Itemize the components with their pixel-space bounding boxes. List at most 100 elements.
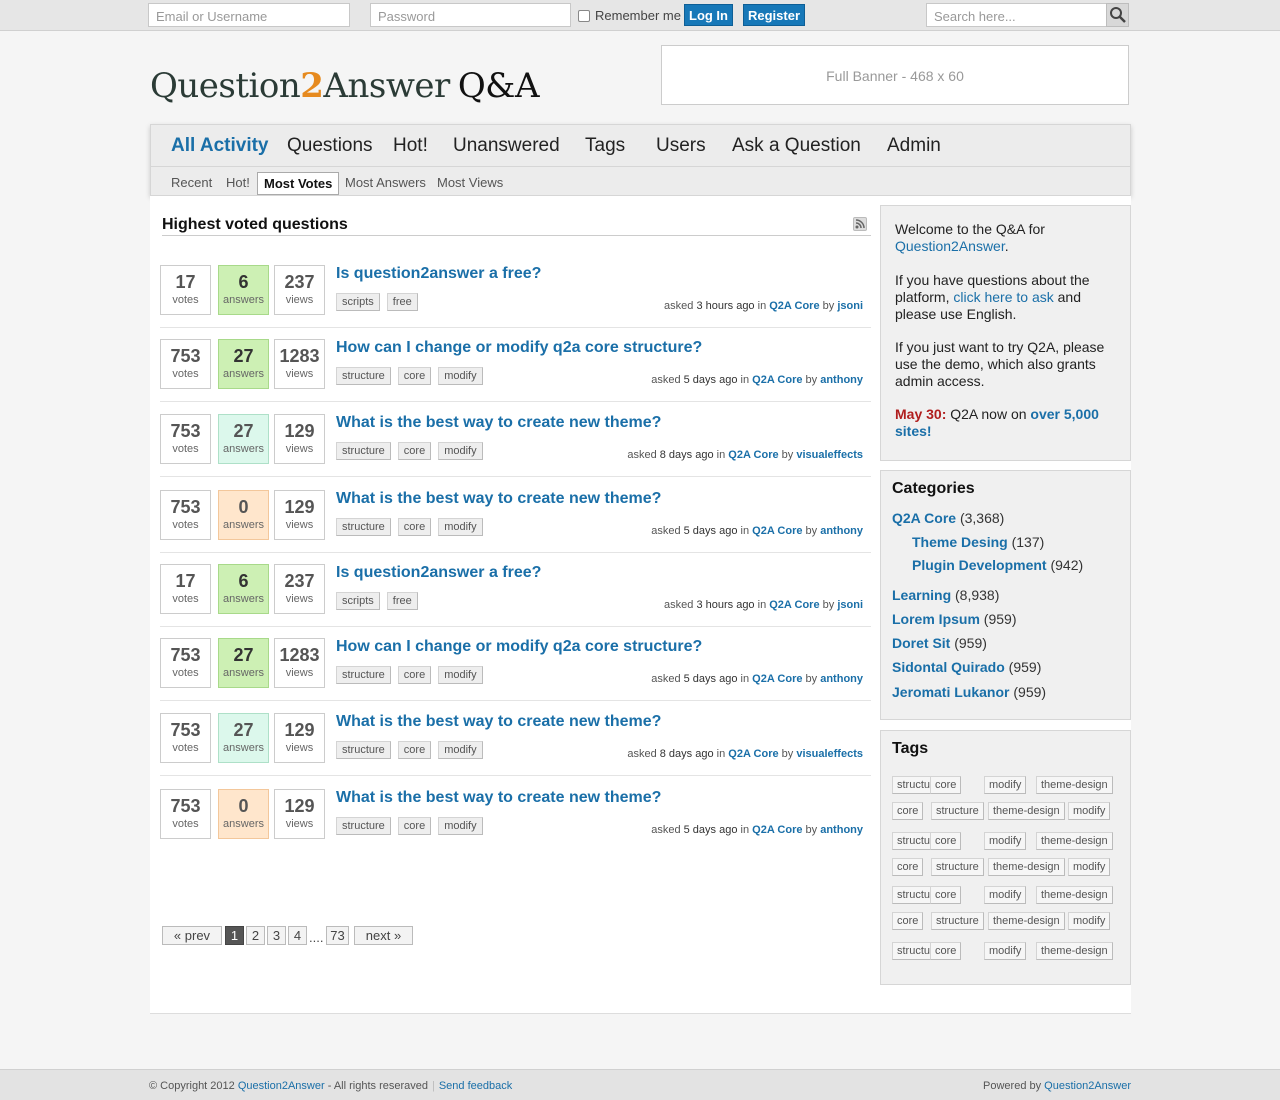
subnav-recent[interactable]: Recent <box>171 175 212 190</box>
page-4-button[interactable]: 4 <box>288 926 307 945</box>
question-tag[interactable]: modify <box>438 442 483 460</box>
meta-category-link[interactable]: Q2A Core <box>769 300 819 312</box>
question-tag[interactable]: scripts <box>336 592 380 610</box>
question-title-link[interactable]: How can I change or modify q2a core stru… <box>336 638 702 656</box>
category-name[interactable]: Lorem Ipsum <box>892 611 980 627</box>
subnav-most-views[interactable]: Most Views <box>437 175 503 190</box>
question-tag[interactable]: structure <box>336 442 391 460</box>
category-item[interactable]: Lorem Ipsum (959) <box>892 611 1016 627</box>
meta-time[interactable]: 5 days ago <box>684 374 738 386</box>
meta-category-link[interactable]: Q2A Core <box>752 673 802 685</box>
sidebar-tag[interactable]: core <box>892 912 924 930</box>
next-page-button[interactable]: next » <box>354 926 413 945</box>
question-tag[interactable]: modify <box>438 518 483 536</box>
nav-unanswered[interactable]: Unanswered <box>453 135 560 157</box>
question-title-link[interactable]: What is the best way to create new theme… <box>336 414 661 432</box>
question-title-link[interactable]: What is the best way to create new theme… <box>336 713 661 731</box>
search-button[interactable] <box>1106 3 1129 27</box>
question-tag[interactable]: free <box>386 293 418 311</box>
meta-category-link[interactable]: Q2A Core <box>752 374 802 386</box>
sidebar-tag[interactable]: structure <box>931 802 984 820</box>
sidebar-tag[interactable]: core <box>892 858 924 876</box>
question-tag[interactable]: core <box>397 518 432 536</box>
question-tag[interactable]: modify <box>438 741 483 759</box>
send-feedback-link[interactable]: Send feedback <box>439 1080 512 1092</box>
category-item[interactable]: Theme Desing (137) <box>912 534 1044 550</box>
question-tag[interactable]: modify <box>438 817 483 835</box>
click-here-to-ask-link[interactable]: click here to ask <box>953 289 1053 305</box>
rss-feed-link[interactable] <box>853 217 867 231</box>
sidebar-tag[interactable]: core <box>930 776 962 794</box>
nav-users[interactable]: Users <box>656 135 706 157</box>
sidebar-tag[interactable]: modify <box>984 886 1027 904</box>
category-item[interactable]: Jeromati Lukanor (959) <box>892 684 1046 700</box>
nav-all-activity[interactable]: All Activity <box>171 135 269 157</box>
sidebar-tag[interactable]: theme-design <box>988 858 1065 876</box>
question-tag[interactable]: core <box>397 442 432 460</box>
question-tag[interactable]: core <box>397 817 432 835</box>
category-name[interactable]: Q2A Core <box>892 510 956 526</box>
sidebar-tag[interactable]: modify <box>984 776 1027 794</box>
page-3-button[interactable]: 3 <box>267 926 286 945</box>
question-title-link[interactable]: Is question2answer a free? <box>336 265 541 283</box>
meta-time[interactable]: 8 days ago <box>660 449 714 461</box>
remember-me[interactable]: Remember me <box>578 8 681 23</box>
meta-user-link[interactable]: anthony <box>820 525 863 537</box>
sidebar-tag[interactable]: theme-design <box>1036 776 1113 794</box>
search-input[interactable]: Search here... <box>926 3 1107 27</box>
question-tag[interactable]: structure <box>336 367 391 385</box>
subnav-most-answers[interactable]: Most Answers <box>345 175 426 190</box>
sidebar-tag[interactable]: structure <box>931 858 984 876</box>
email-field[interactable]: Email or Username <box>148 3 350 27</box>
category-name[interactable]: Jeromati Lukanor <box>892 684 1009 700</box>
category-item[interactable]: Q2A Core (3,368) <box>892 510 1004 526</box>
subnav-hot[interactable]: Hot! <box>226 175 250 190</box>
meta-user-link[interactable]: anthony <box>820 824 863 836</box>
meta-user-link[interactable]: jsoni <box>837 599 863 611</box>
category-item[interactable]: Sidontal Quirado (959) <box>892 659 1041 675</box>
question-tag[interactable]: core <box>397 741 432 759</box>
prev-page-button[interactable]: « prev <box>162 926 222 945</box>
nav-hot[interactable]: Hot! <box>393 135 428 157</box>
meta-user-link[interactable]: anthony <box>820 374 863 386</box>
footer-q2a-link[interactable]: Question2Answer <box>238 1080 325 1092</box>
welcome-q2a-link[interactable]: Question2Answer <box>895 238 1005 254</box>
category-name[interactable]: Plugin Development <box>912 557 1047 573</box>
sidebar-tag[interactable]: core <box>930 942 962 960</box>
meta-user-link[interactable]: anthony <box>820 673 863 685</box>
meta-category-link[interactable]: Q2A Core <box>752 525 802 537</box>
sidebar-tag[interactable]: core <box>930 886 962 904</box>
question-tag[interactable]: structure <box>336 666 391 684</box>
sidebar-tag[interactable]: core <box>892 802 924 820</box>
sidebar-tag[interactable]: theme-design <box>988 912 1065 930</box>
category-name[interactable]: Learning <box>892 587 951 603</box>
category-name[interactable]: Sidontal Quirado <box>892 659 1005 675</box>
sidebar-tag[interactable]: modify <box>1068 858 1111 876</box>
meta-category-link[interactable]: Q2A Core <box>769 599 819 611</box>
meta-time[interactable]: 3 hours ago <box>696 599 754 611</box>
question-tag[interactable]: structure <box>336 741 391 759</box>
question-title-link[interactable]: What is the best way to create new theme… <box>336 490 661 508</box>
sidebar-tag[interactable]: modify <box>1068 802 1111 820</box>
page-73-button[interactable]: 73 <box>326 926 349 945</box>
category-item[interactable]: Doret Sit (959) <box>892 635 987 651</box>
meta-user-link[interactable]: visualeffects <box>796 449 863 461</box>
sidebar-tag[interactable]: modify <box>984 832 1027 850</box>
sidebar-tag[interactable]: theme-design <box>1036 942 1113 960</box>
sidebar-tag[interactable]: structure <box>931 912 984 930</box>
meta-category-link[interactable]: Q2A Core <box>728 449 778 461</box>
login-button[interactable]: Log In <box>684 4 733 26</box>
meta-time[interactable]: 3 hours ago <box>696 300 754 312</box>
question-tag[interactable]: structure <box>336 817 391 835</box>
meta-user-link[interactable]: visualeffects <box>796 748 863 760</box>
sidebar-tag[interactable]: modify <box>984 942 1027 960</box>
password-field[interactable]: Password <box>370 3 571 27</box>
category-name[interactable]: Doret Sit <box>892 635 950 651</box>
register-button[interactable]: Register <box>743 4 805 26</box>
question-tag[interactable]: core <box>397 367 432 385</box>
subnav-most-votes[interactable]: Most Votes <box>257 172 340 195</box>
nav-ask-question[interactable]: Ask a Question <box>732 135 861 157</box>
question-tag[interactable]: core <box>397 666 432 684</box>
meta-time[interactable]: 8 days ago <box>660 748 714 760</box>
question-tag[interactable]: modify <box>438 367 483 385</box>
